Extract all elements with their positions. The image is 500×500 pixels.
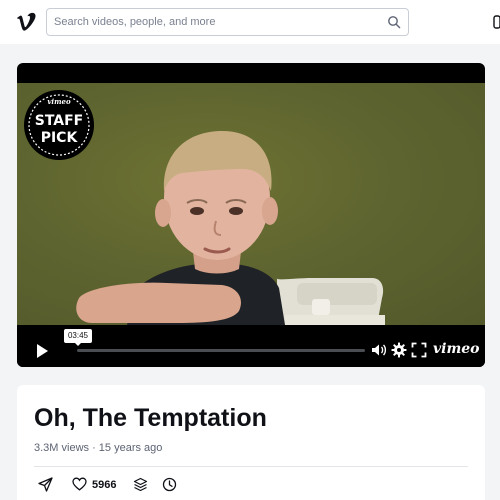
watch-later-button[interactable] [162, 476, 178, 494]
staff-pick-badge: vimeo STAFF PICK [24, 90, 94, 160]
divider [34, 466, 468, 467]
video-title: Oh, The Temptation [34, 404, 267, 432]
share-button[interactable] [38, 476, 54, 494]
timestamp-tooltip: 03:45 [64, 329, 92, 346]
video-meta: 3.3M views · 15 years ago [34, 442, 163, 454]
fullscreen-icon[interactable] [411, 342, 427, 358]
add-to-collection-button[interactable] [133, 476, 149, 494]
vimeo-brand-link[interactable]: vimeo [433, 341, 480, 357]
clock-icon [162, 477, 177, 492]
staff-pick-line1: STAFF [35, 113, 84, 129]
vimeo-logo-icon[interactable] [16, 12, 38, 32]
search-placeholder: Search videos, people, and more [54, 16, 216, 28]
progress-bar[interactable] [77, 349, 365, 352]
layers-icon [133, 477, 148, 492]
top-navigation-bar: Search videos, people, and more [0, 0, 500, 44]
video-player[interactable]: vimeo STAFF PICK 03:45 vimeo [17, 63, 485, 367]
like-button[interactable]: 5966 [72, 476, 132, 494]
search-input[interactable]: Search videos, people, and more [46, 8, 409, 36]
staff-pick-brand: vimeo [47, 97, 71, 106]
player-controls: 03:45 vimeo [17, 325, 485, 367]
settings-icon[interactable] [391, 342, 407, 358]
search-icon[interactable] [387, 15, 401, 29]
video-frame[interactable]: vimeo STAFF PICK [17, 83, 485, 325]
heart-icon [72, 477, 87, 491]
volume-icon[interactable] [371, 342, 387, 358]
video-info-card: Oh, The Temptation 3.3M views · 15 years… [17, 385, 485, 500]
staff-pick-line2: PICK [41, 130, 79, 146]
share-icon [38, 477, 53, 492]
partial-menu-icon[interactable] [490, 14, 500, 30]
play-icon[interactable] [35, 343, 49, 359]
like-count: 5966 [92, 479, 117, 491]
